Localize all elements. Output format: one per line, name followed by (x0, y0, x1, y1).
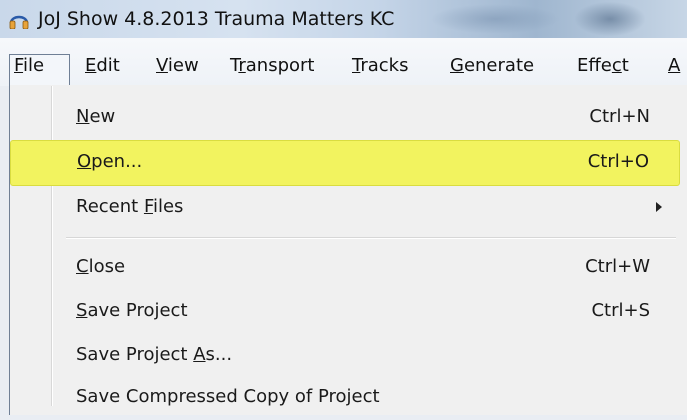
menu-item-save-project-as[interactable]: Save Project As... (10, 334, 680, 378)
menu-item-label: Close (76, 256, 125, 277)
headphones-icon (9, 15, 29, 29)
mnemonic: C (76, 256, 89, 277)
menu-file-rest: ile (23, 55, 45, 76)
menu-file[interactable]: File (14, 55, 44, 77)
menu-separator (66, 237, 676, 239)
menu-item-shortcut: Ctrl+N (589, 106, 650, 127)
menu-generate-mnemonic: G (450, 55, 464, 76)
menu-transport[interactable]: Transport (230, 55, 314, 77)
menu-item-label: Save Project As... (76, 344, 232, 365)
menu-item-close[interactable]: Close Ctrl+W (10, 246, 680, 290)
submenu-arrow-icon (656, 202, 662, 212)
menu-effect-start: Eff (577, 55, 601, 76)
title-bar[interactable]: JoJ Show 4.8.2013 Trauma Matters KC (0, 0, 687, 38)
menu-view-mnemonic: V (156, 55, 168, 76)
menu-item-open[interactable]: Open... Ctrl+O (10, 140, 680, 186)
menu-view-rest: iew (167, 55, 199, 76)
menu-generate[interactable]: Generate (450, 55, 534, 77)
label-rest: lose (88, 256, 126, 277)
label-start: Save Project (76, 344, 194, 365)
menu-item-label: Recent Files (76, 196, 183, 217)
menu-effect-mnemonic: c (611, 55, 622, 76)
menu-tracks[interactable]: Tracks (352, 55, 409, 77)
menu-transport-rest: ansport (245, 55, 315, 76)
menu-edit-rest: dit (96, 55, 120, 76)
label-rest: pen... (91, 151, 143, 172)
menu-edit-mnemonic: E (85, 55, 97, 76)
menu-edit[interactable]: Edit (85, 55, 120, 77)
label-rest: s... (205, 344, 233, 365)
menu-effect[interactable]: Effect (577, 55, 629, 77)
label-rest: ew (89, 106, 116, 127)
mnemonic: F (143, 196, 153, 217)
menu-analyze-mnemonic: A (668, 55, 681, 76)
menu-tracks-rest: racks (360, 55, 409, 76)
label-rest: iles (152, 196, 184, 217)
menu-file-mnemonic: F (14, 55, 24, 76)
menu-item-shortcut: Ctrl+S (591, 300, 650, 321)
mnemonic: N (76, 106, 90, 127)
menu-transport-mnemonic: r (238, 55, 246, 76)
menu-item-save-project[interactable]: Save Project Ctrl+S (10, 290, 680, 334)
menu-item-shortcut: Ctrl+O (587, 151, 649, 172)
window-title: JoJ Show 4.8.2013 Trauma Matters KC (38, 8, 395, 30)
menu-item-save-compressed-copy[interactable]: Save Compressed Copy of Project (10, 376, 680, 420)
menu-effect-e: e (600, 55, 612, 76)
menu-item-new[interactable]: New Ctrl+N (10, 96, 680, 140)
menu-item-recent-files[interactable]: Recent Files (10, 186, 680, 230)
menu-item-shortcut: Ctrl+W (585, 256, 650, 277)
mnemonic: A (193, 344, 206, 365)
label-rest: ave Project (87, 300, 188, 321)
title-bar-blur (430, 4, 560, 34)
menu-view[interactable]: View (156, 55, 199, 77)
menu-item-label: New (76, 106, 115, 127)
label-start: Recent (76, 196, 144, 217)
title-bar-blur (575, 2, 645, 36)
menu-generate-rest: enerate (463, 55, 535, 76)
mnemonic: O (77, 151, 92, 172)
menu-item-label: Save Project (76, 300, 188, 321)
menu-item-label: Open... (77, 151, 142, 172)
menu-analyze[interactable]: A (668, 55, 680, 77)
mnemonic: S (76, 300, 88, 321)
menu-effect-rest: t (621, 55, 629, 76)
menu-item-label: Save Compressed Copy of Project (76, 386, 380, 407)
